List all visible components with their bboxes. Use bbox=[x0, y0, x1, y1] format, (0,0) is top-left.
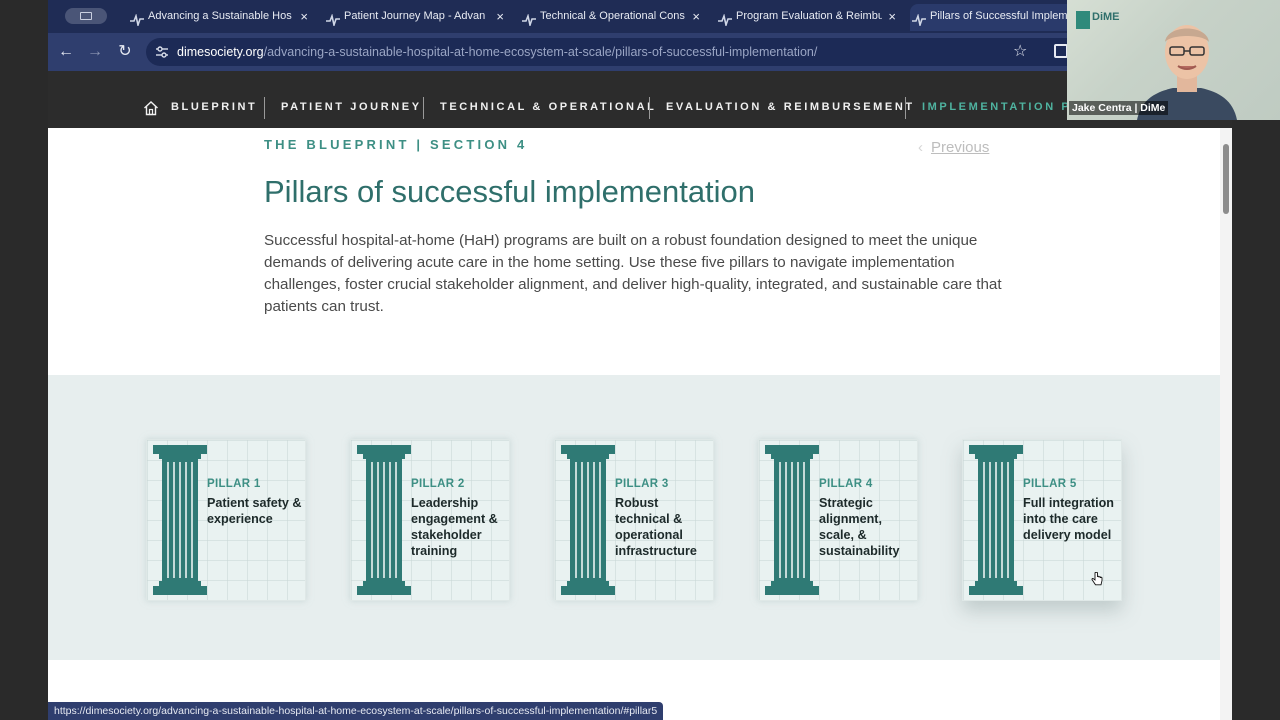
logo-text: DiME bbox=[1092, 11, 1120, 23]
pillar-column-icon bbox=[561, 445, 615, 595]
pillar-card-4[interactable]: PILLAR 4 Strategic alignment, scale, & s… bbox=[758, 439, 918, 601]
close-icon[interactable]: × bbox=[496, 4, 504, 29]
pillar-name: Patient safety & experience bbox=[207, 496, 302, 526]
pillar-number: PILLAR 1 bbox=[207, 478, 261, 490]
previous-link[interactable]: ‹ Previous bbox=[918, 139, 989, 156]
url-host: dimesociety.org bbox=[177, 45, 264, 59]
page-content: THE BLUEPRINT | SECTION 4 ‹ Previous Pill… bbox=[48, 128, 1220, 720]
tab-title: Technical & Operational Cons bbox=[540, 10, 685, 22]
tab-patient-journey[interactable]: Patient Journey Map - Advan × bbox=[324, 4, 516, 31]
logo-mark bbox=[1076, 11, 1090, 29]
dime-favicon-icon bbox=[912, 11, 926, 28]
webcam-overlay: DiME Jake Centra | DiMe bbox=[1067, 0, 1280, 120]
url-path: /advancing-a-sustainable-hospital-at-hom… bbox=[263, 45, 818, 59]
pillar-card-3[interactable]: PILLAR 3 Robust technical & operational … bbox=[554, 439, 714, 601]
tab-technical-operational[interactable]: Technical & Operational Cons × bbox=[520, 4, 712, 31]
tab-search-button[interactable] bbox=[65, 8, 107, 24]
nav-technical-operational[interactable]: TECHNICAL & OPERATIONAL bbox=[440, 71, 656, 128]
pillar-column-icon bbox=[357, 445, 411, 595]
site-navigation: BLUEPRINT PATIENT JOURNEY TECHNICAL & OP… bbox=[48, 71, 1232, 128]
screen: { "browser": { "tabs": [ {"title": "Adva… bbox=[0, 0, 1280, 720]
chevron-left-icon: ‹ bbox=[918, 139, 923, 156]
pillar-number: PILLAR 5 bbox=[1023, 478, 1077, 490]
nav-divider bbox=[423, 97, 424, 119]
nav-divider bbox=[649, 97, 650, 119]
tab-title: Advancing a Sustainable Hos bbox=[148, 10, 292, 22]
pillar-number: PILLAR 2 bbox=[411, 478, 465, 490]
tab-program-evaluation[interactable]: Program Evaluation & Reimbu × bbox=[716, 4, 908, 31]
hand-pointer-icon bbox=[1091, 572, 1103, 586]
tab-advancing[interactable]: Advancing a Sustainable Hos × bbox=[128, 4, 320, 31]
pillar-card-1[interactable]: PILLAR 1 Patient safety & experience bbox=[146, 439, 306, 601]
dime-logo: DiME bbox=[1076, 11, 1120, 41]
pillar-name: Strategic alignment, scale, & sustainabi… bbox=[819, 496, 900, 558]
reload-icon[interactable]: ↻ bbox=[115, 42, 135, 62]
close-icon[interactable]: × bbox=[888, 4, 896, 29]
site-settings-icon[interactable] bbox=[154, 44, 170, 60]
nav-blueprint[interactable]: BLUEPRINT bbox=[171, 71, 257, 128]
close-icon[interactable]: × bbox=[692, 4, 700, 29]
nav-divider bbox=[264, 97, 265, 119]
page-scrollbar[interactable] bbox=[1220, 128, 1232, 720]
address-bar[interactable]: dimesociety.org/advancing-a-sustainable-… bbox=[146, 38, 1210, 66]
dime-favicon-icon bbox=[522, 11, 536, 28]
close-icon[interactable]: × bbox=[300, 4, 308, 29]
pillar-name: Robust technical & operational infrastru… bbox=[615, 496, 697, 558]
nav-implementation-pillars[interactable]: IMPLEMENTATION PIL bbox=[922, 71, 1086, 128]
pillar-number: PILLAR 3 bbox=[615, 478, 669, 490]
intro-paragraph: Successful hospital-at-home (HaH) progra… bbox=[264, 232, 1002, 315]
dime-favicon-icon bbox=[326, 11, 340, 28]
bookmark-star-icon[interactable]: ☆ bbox=[1013, 41, 1027, 61]
pillars-section: PILLAR 1 Patient safety & experience PIL… bbox=[48, 375, 1220, 660]
dime-favicon-icon bbox=[718, 11, 732, 28]
pillar-card-2[interactable]: PILLAR 2 Leadership engagement & stakeho… bbox=[350, 439, 510, 601]
dime-favicon-icon bbox=[130, 11, 144, 28]
tab-list-icon bbox=[80, 12, 92, 20]
link-status-bar: https://dimesociety.org/advancing-a-sust… bbox=[48, 702, 664, 720]
tab-title: Program Evaluation & Reimbu bbox=[736, 10, 882, 22]
tab-title: Pillars of Successful Impleme bbox=[930, 10, 1074, 22]
nav-divider bbox=[905, 97, 906, 119]
previous-label: Previous bbox=[931, 139, 990, 156]
url-text[interactable]: dimesociety.org/advancing-a-sustainable-… bbox=[177, 38, 817, 66]
back-arrow-icon[interactable]: ← bbox=[56, 42, 76, 62]
pillar-name: Full integration into the care delivery … bbox=[1023, 496, 1114, 542]
scrollbar-thumb[interactable] bbox=[1223, 144, 1229, 214]
browser-toolbar: ← → ↻ dimesociety.org/advancing-a-sustai… bbox=[48, 33, 1232, 71]
pillar-column-icon bbox=[153, 445, 207, 595]
nav-evaluation-reimbursement[interactable]: EVALUATION & REIMBURSEMENT bbox=[666, 71, 915, 128]
forward-arrow-icon[interactable]: → bbox=[85, 42, 105, 62]
pillar-column-icon bbox=[765, 445, 819, 595]
presenter-name-label: Jake Centra | DiMe bbox=[1069, 101, 1169, 115]
pillar-name: Leadership engagement & stakeholder trai… bbox=[411, 496, 498, 558]
home-icon[interactable] bbox=[143, 100, 159, 116]
tab-title: Patient Journey Map - Advan bbox=[344, 10, 486, 22]
pillar-number: PILLAR 4 bbox=[819, 478, 873, 490]
tab-bar: Advancing a Sustainable Hos × Patient Jo… bbox=[48, 0, 1232, 33]
nav-patient-journey[interactable]: PATIENT JOURNEY bbox=[281, 71, 422, 128]
page-title: Pillars of successful implementation bbox=[264, 174, 756, 209]
pillar-column-icon bbox=[969, 445, 1023, 595]
extensions-icon[interactable] bbox=[1054, 44, 1068, 58]
browser-window: Advancing a Sustainable Hos × Patient Jo… bbox=[48, 0, 1232, 720]
section-eyebrow: THE BLUEPRINT | SECTION 4 bbox=[264, 137, 528, 152]
